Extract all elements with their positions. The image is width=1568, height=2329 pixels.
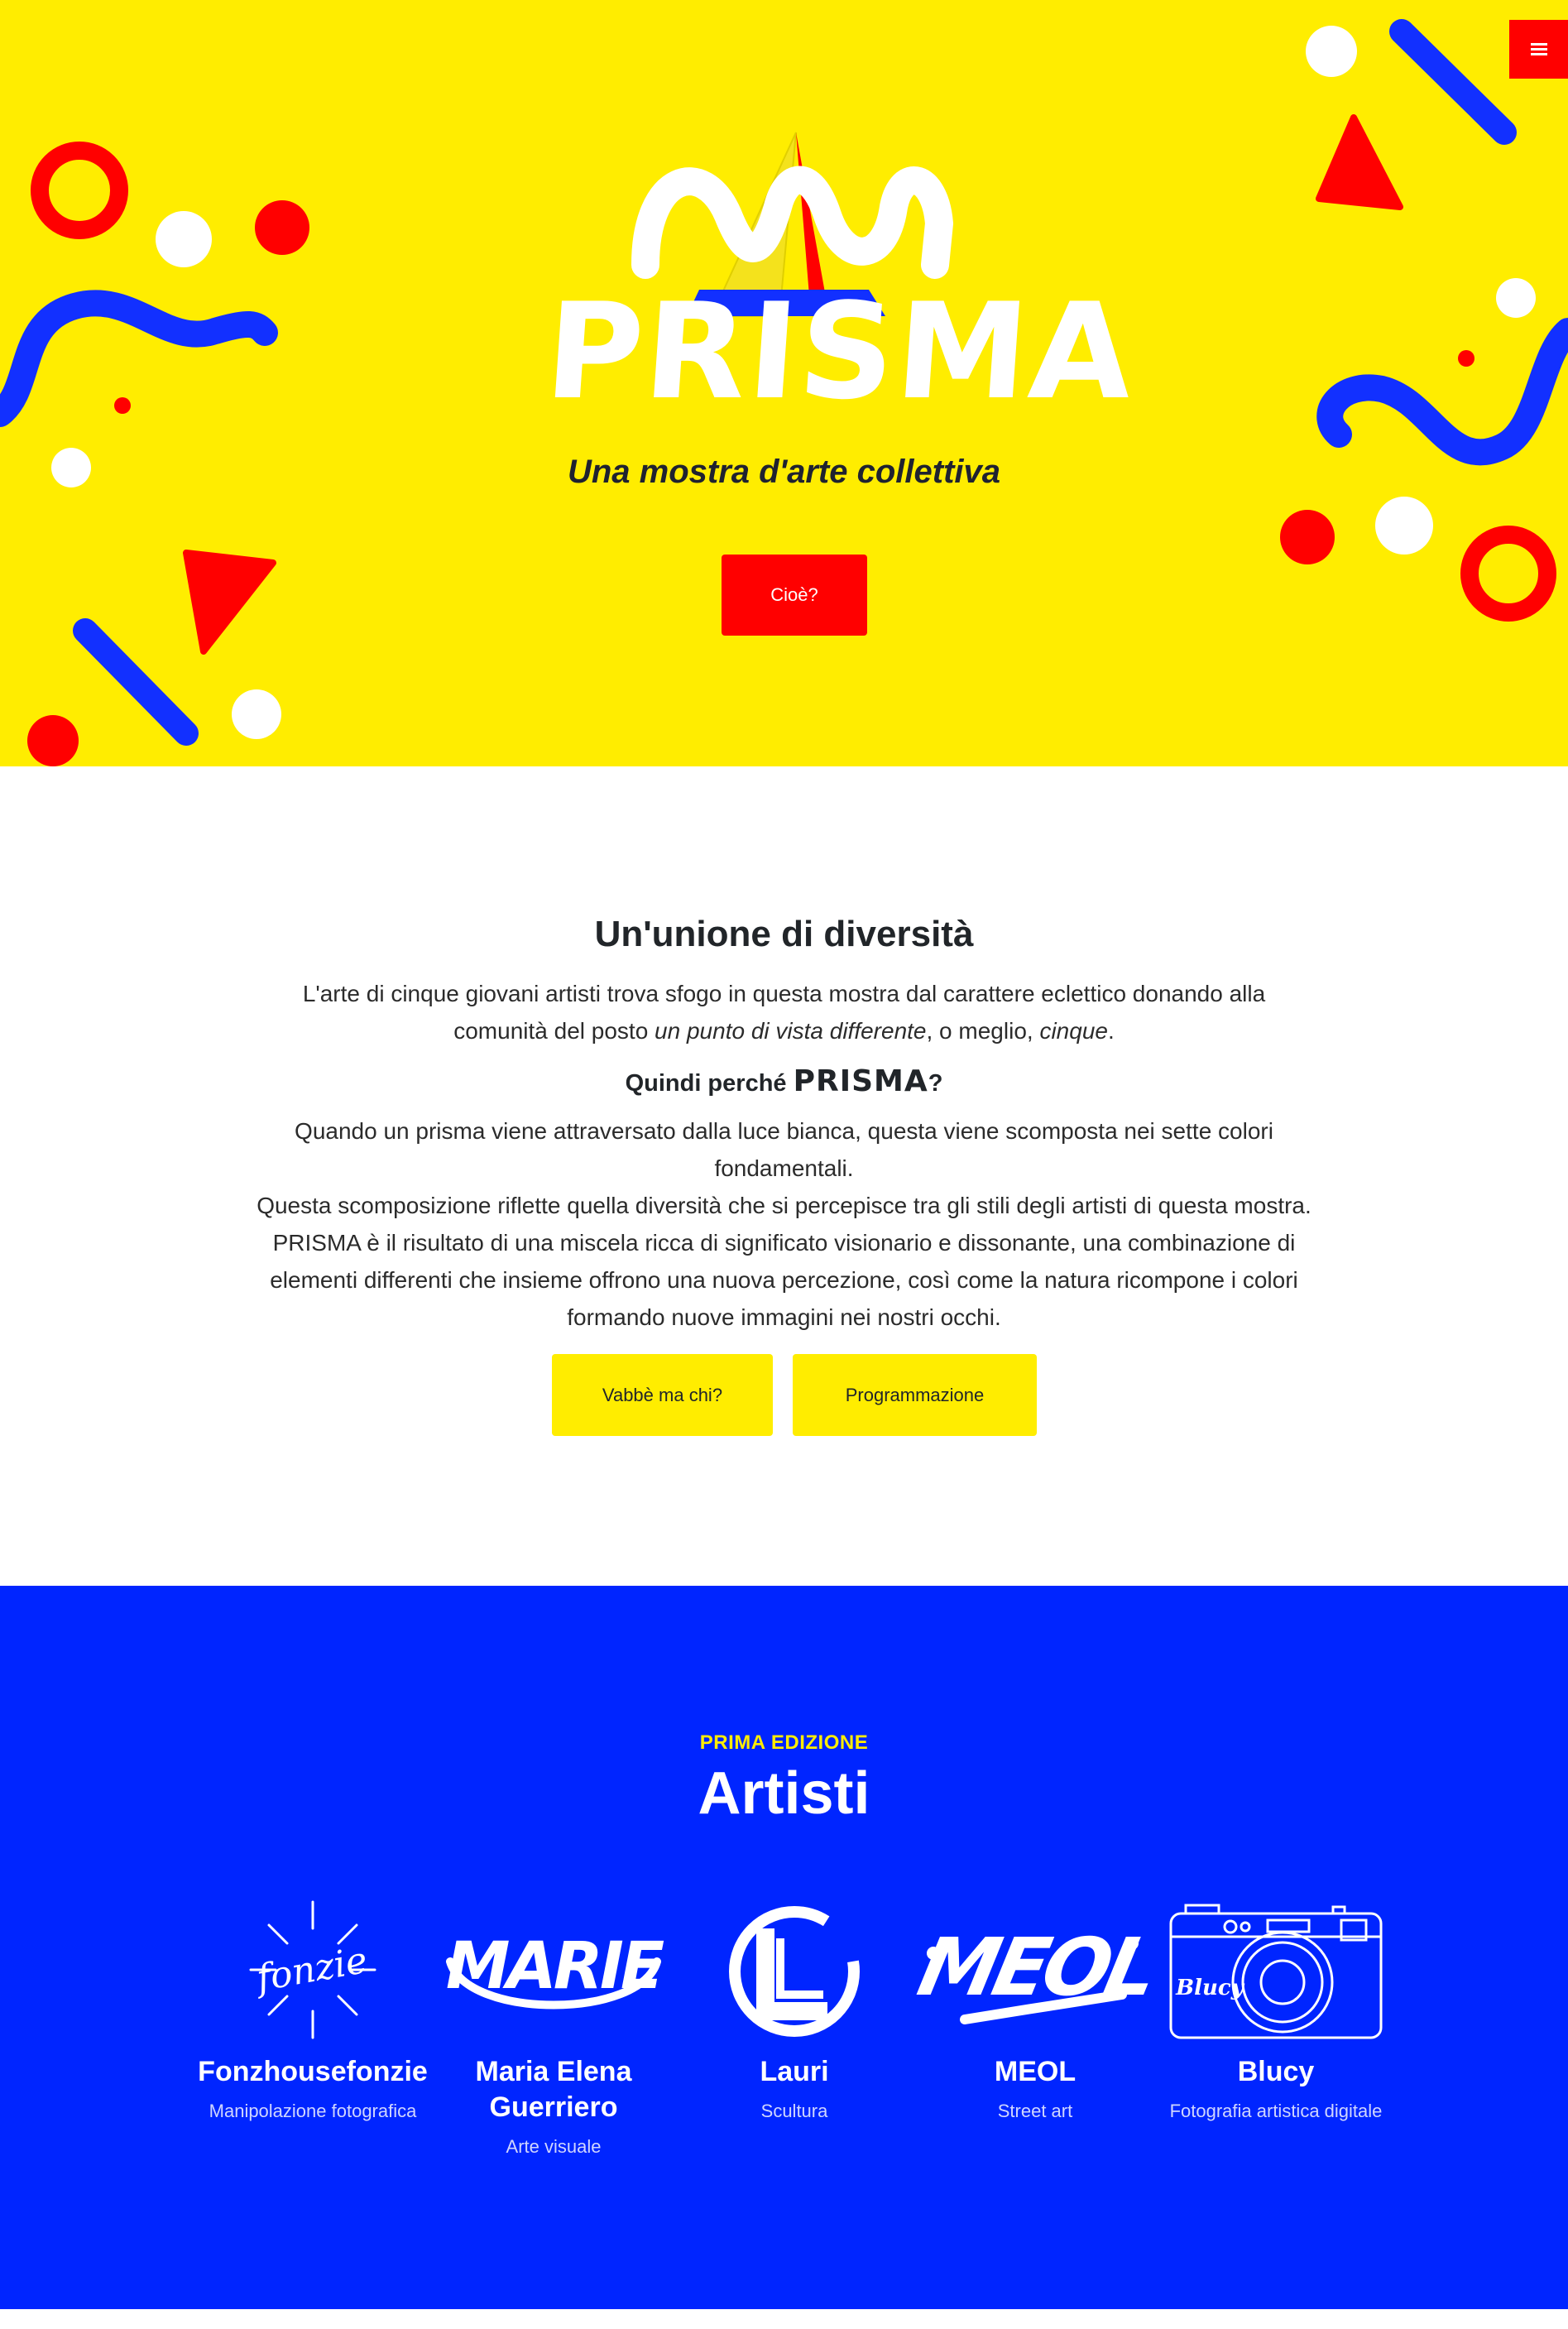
red-small-dot [1458, 350, 1474, 367]
logo-text: MARIE [446, 1929, 664, 2004]
artist-card-meol[interactable]: MEOL MEOL Street art [915, 1895, 1155, 2126]
red-triangle [183, 550, 276, 655]
white-dot [1375, 497, 1433, 555]
about-section: Un'unione di diversità L'arte di cinque … [0, 766, 1568, 1586]
red-ring [1460, 526, 1556, 622]
logo-text: Blucy [1175, 1976, 1245, 2000]
red-dot [27, 715, 79, 766]
artist-role: Scultura [760, 2101, 828, 2121]
programmazione-button[interactable]: Programmazione [793, 1354, 1037, 1436]
red-dot [255, 200, 309, 255]
artist-name: Maria Elena Guerriero [475, 2056, 632, 2123]
white-dot [156, 211, 212, 267]
marie-logo-icon: MARIE [446, 1929, 668, 2010]
artist-card-blucy[interactable]: Blucy Blucy Fotografia artistica digital… [1156, 1895, 1396, 2126]
artist-role: Fotografia artistica digitale [1169, 2101, 1383, 2121]
artist-role: Manipolazione fotografica [209, 2101, 417, 2121]
artist-role: Street art [997, 2101, 1073, 2121]
explanation-line: Quando un prisma viene attraversato dall… [295, 1118, 1273, 1181]
intro-text: , o meglio, [926, 1018, 1040, 1044]
sun-signature-logo-icon: fonzie [249, 1900, 376, 2039]
circle-l-logo-icon [729, 1906, 860, 2037]
artist-card-lauri[interactable]: Lauri Scultura [674, 1895, 914, 2126]
artist-name: Blucy [1237, 2056, 1315, 2087]
intro-emphasis: un punto di vista differente [655, 1018, 927, 1044]
explanation-line: PRISMA è il risultato di una miscela ric… [270, 1230, 1298, 1330]
artist-role: Arte visuale [506, 2136, 602, 2157]
page-bottom-strip [0, 2309, 1568, 2329]
white-dot [1306, 26, 1357, 77]
why-heading: Quindi perché PRISMA? [0, 1064, 1568, 1098]
menu-button[interactable] [1509, 20, 1568, 79]
blue-squiggle [1316, 318, 1568, 466]
hamburger-icon [1530, 42, 1547, 56]
about-intro: L'arte di cinque giovani artisti trova s… [273, 975, 1295, 1049]
explanation-line: Questa scomposizione riflette quella div… [257, 1193, 1311, 1218]
red-ring [31, 142, 128, 239]
white-dot [232, 689, 281, 739]
who-button[interactable]: Vabbè ma chi? [552, 1354, 773, 1436]
intro-text: . [1107, 1018, 1115, 1044]
why-text: Quindi perché [625, 1070, 794, 1097]
logo-text: fonzie [251, 1939, 370, 2000]
artist-card-maria-elena-guerriero[interactable]: MARIE Maria Elena Guerriero Arte visuale [434, 1895, 674, 2162]
red-dot [1280, 510, 1335, 564]
why-text: ? [928, 1070, 943, 1097]
cioe-button[interactable]: Cioè? [722, 555, 867, 636]
hero-tagline: Una mostra d'arte collettiva [567, 454, 1000, 490]
artists-title: Artisti [698, 1760, 870, 1827]
meol-tag-logo-icon: MEOL [915, 1921, 1155, 2024]
hero-section: PRISMA Una mostra d'arte collettiva Cioè… [0, 0, 1568, 766]
why-wordmark: PRISMA [793, 1064, 928, 1098]
blue-squiggle [0, 290, 278, 427]
artist-name: Lauri [760, 2056, 829, 2087]
brand-wordmark: PRISMA [540, 274, 1139, 429]
edition-label: PRIMA EDIZIONE [699, 1731, 869, 1754]
artist-name: Fonzhousefonzie [198, 2056, 428, 2087]
red-triangle [1316, 114, 1403, 210]
intro-emphasis: cinque [1039, 1018, 1108, 1044]
blue-bar [1389, 19, 1517, 145]
artist-card-fonzhousefonzie[interactable]: fonzie Fonzhousefonzie Manipolazione fot… [193, 1895, 433, 2126]
camera-logo-icon: Blucy [1169, 1904, 1383, 2039]
about-title: Un'unione di diversità [594, 914, 974, 954]
red-small-dot [114, 397, 131, 414]
blue-bar [73, 618, 199, 746]
white-dot [1496, 278, 1536, 318]
about-explanation: Quando un prisma viene attraversato dall… [248, 1112, 1320, 1336]
artists-section: PRIMA EDIZIONE Artisti fonzie Fonzhousef… [0, 1586, 1568, 2309]
artist-name: MEOL [994, 2056, 1077, 2087]
